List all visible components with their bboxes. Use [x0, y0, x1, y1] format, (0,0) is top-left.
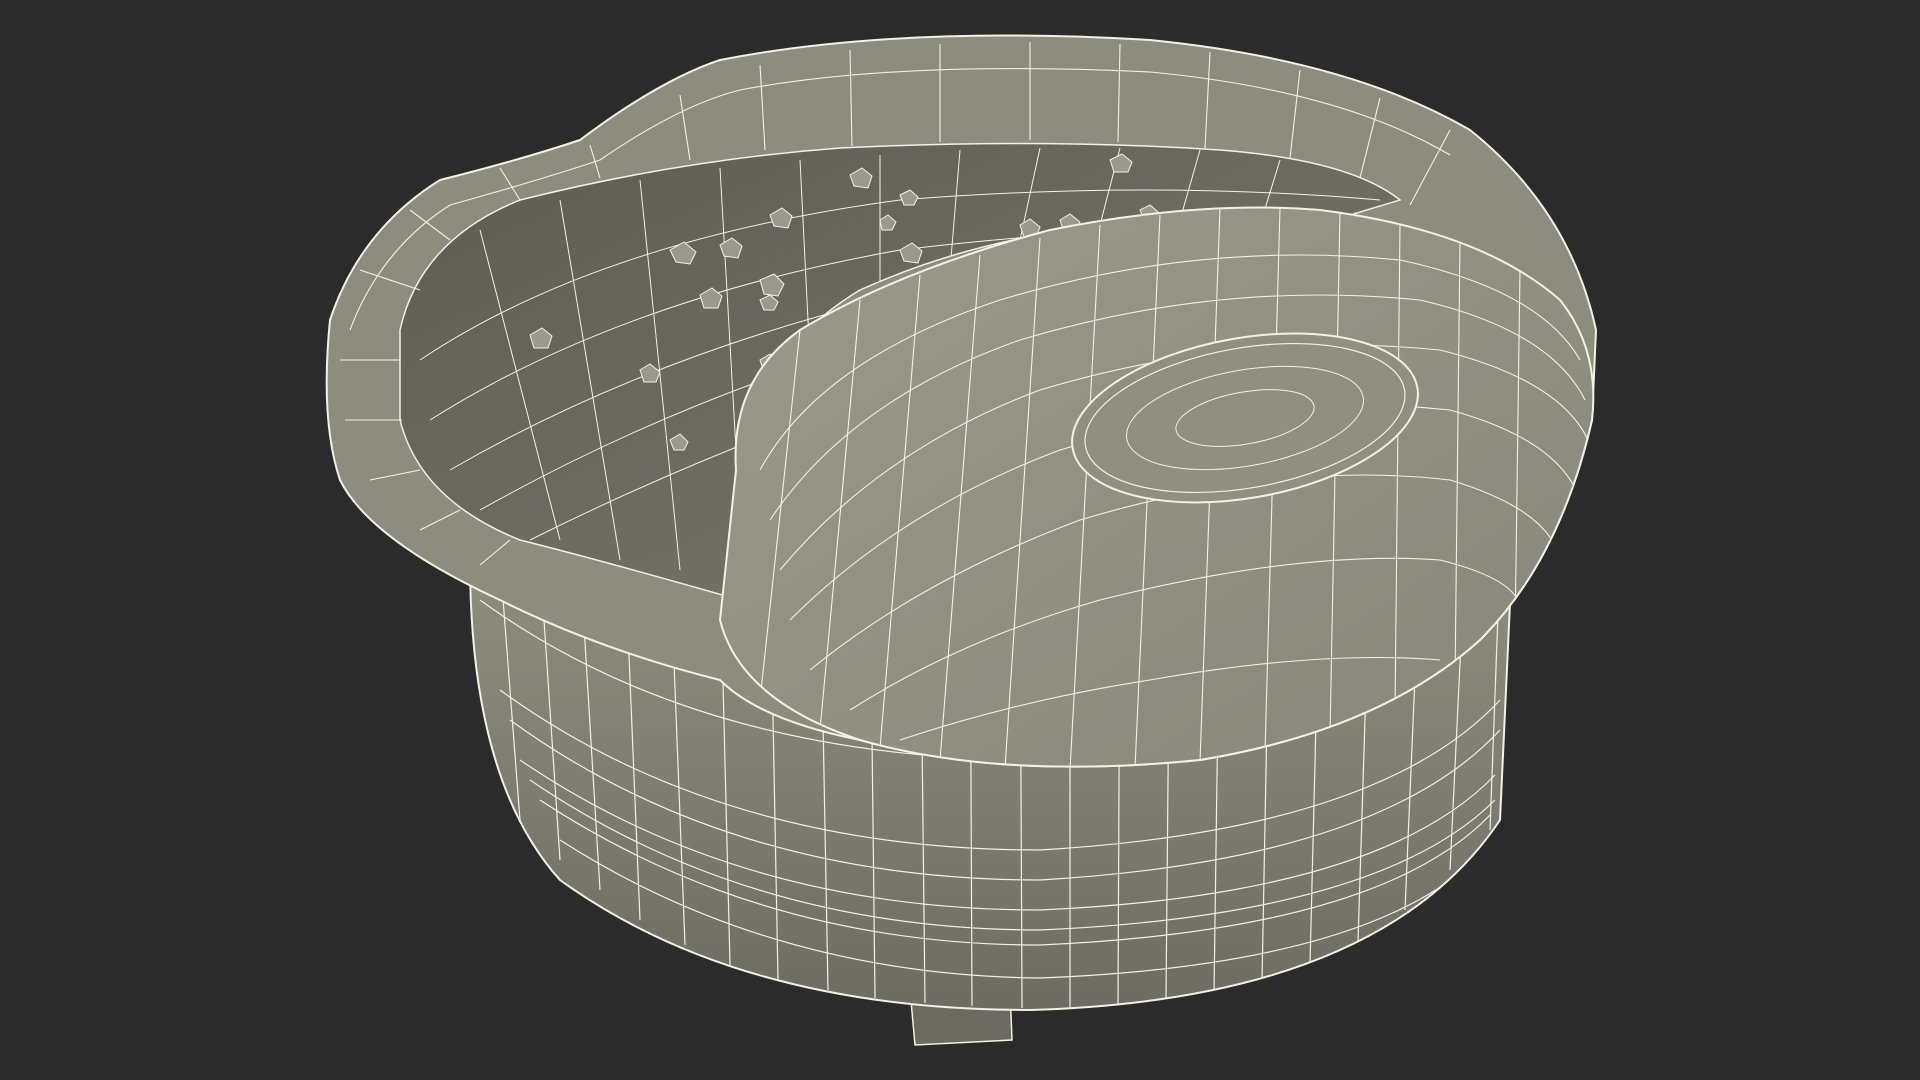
wireframe-render: [325, 34, 1598, 1046]
viewport-3d[interactable]: [0, 0, 1920, 1080]
